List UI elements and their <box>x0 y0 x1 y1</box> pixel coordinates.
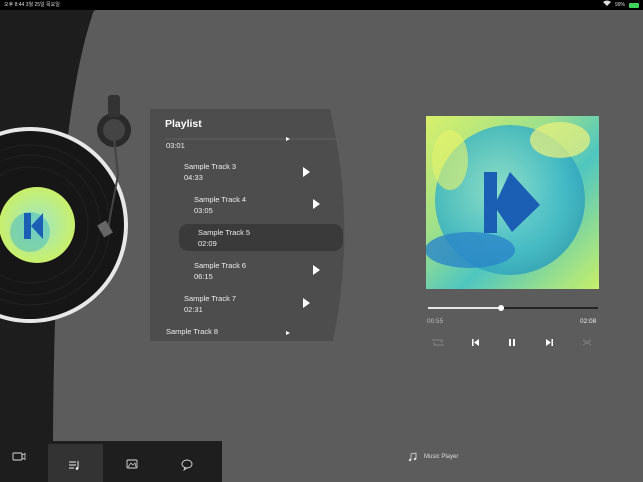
track-duration: 03:05 <box>194 206 213 215</box>
status-indicators: 99% <box>602 0 639 10</box>
total-time: 02:08 <box>580 318 597 325</box>
track-name: Sample Track 5 <box>198 228 251 237</box>
track-duration: 02:09 <box>198 239 217 248</box>
track-name: Sample Track 8 <box>166 327 219 336</box>
track-name: Sample Track 7 <box>184 294 237 303</box>
footer-label: Music Player <box>424 454 459 460</box>
track-item[interactable]: Sample Track 7 02:31 <box>184 293 236 315</box>
track-name: Sample Track 6 <box>194 261 247 270</box>
tab-playlist-bg <box>48 444 103 482</box>
status-bar: 오후 8:44 3월 25일 목요일 99% <box>0 0 643 10</box>
battery-percent: 99% <box>614 2 625 8</box>
track-item[interactable]: Sample Track 3 04:33 <box>184 161 236 183</box>
app-canvas <box>0 10 643 482</box>
track-item[interactable]: Sample Track 4 03:05 <box>194 194 246 216</box>
battery-icon <box>629 2 639 8</box>
playlist-title: Playlist <box>165 118 202 130</box>
track-duration: 03:01 <box>166 141 185 150</box>
track-item-selected[interactable]: Sample Track 5 02:09 <box>198 227 250 249</box>
track-duration: 02:31 <box>184 305 203 314</box>
album-art <box>426 116 599 289</box>
progress-knob[interactable] <box>498 305 505 311</box>
track-duration: 06:15 <box>194 272 213 281</box>
track-duration: 04:33 <box>184 173 203 182</box>
app-screen: Playlist 03:01 Sample Track 3 04:33 Samp… <box>0 10 643 482</box>
status-time: 오후 8:44 3월 25일 목요일 <box>4 2 60 8</box>
track-item[interactable]: Sample Track 8 <box>166 326 218 337</box>
track-item[interactable]: Sample Track 6 06:15 <box>194 260 246 282</box>
track-name: Sample Track 4 <box>194 195 247 204</box>
elapsed-time: 00:55 <box>427 318 444 325</box>
wifi-icon <box>602 0 611 10</box>
track-item[interactable]: 03:01 <box>166 140 185 151</box>
track-name: Sample Track 3 <box>184 162 237 171</box>
